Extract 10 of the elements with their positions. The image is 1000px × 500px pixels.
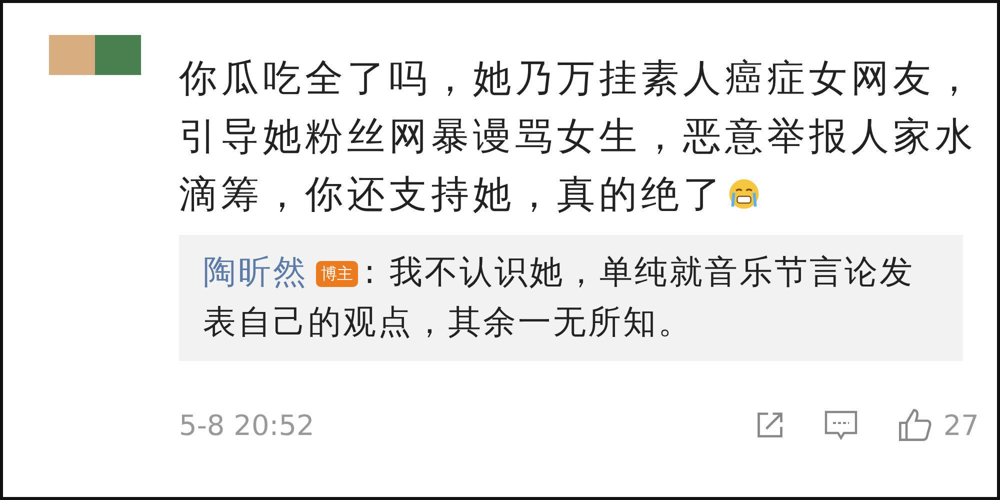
reply-text: 陶昕然 博主 : 我不认识她，单纯就音乐节言论发表自己的观点，其余一无所知。 bbox=[203, 251, 916, 343]
thumbs-up-icon[interactable] bbox=[897, 407, 934, 443]
timestamp: 5-8 20:52 bbox=[179, 408, 314, 442]
comment-text: 你瓜吃全了吗，她乃万挂素人癌症女网友，引导她粉丝网暴谩骂女生，恶意举报人家水滴筹，你还支持她，真的绝了 bbox=[179, 55, 978, 218]
share-icon[interactable] bbox=[755, 410, 786, 440]
blogger-badge: 博主 bbox=[316, 261, 358, 287]
like-count: 27 bbox=[943, 408, 979, 442]
comment-icon[interactable] bbox=[823, 408, 860, 442]
crying-emoji-icon bbox=[727, 177, 761, 211]
author-link[interactable]: 陶昕然 bbox=[203, 252, 308, 291]
